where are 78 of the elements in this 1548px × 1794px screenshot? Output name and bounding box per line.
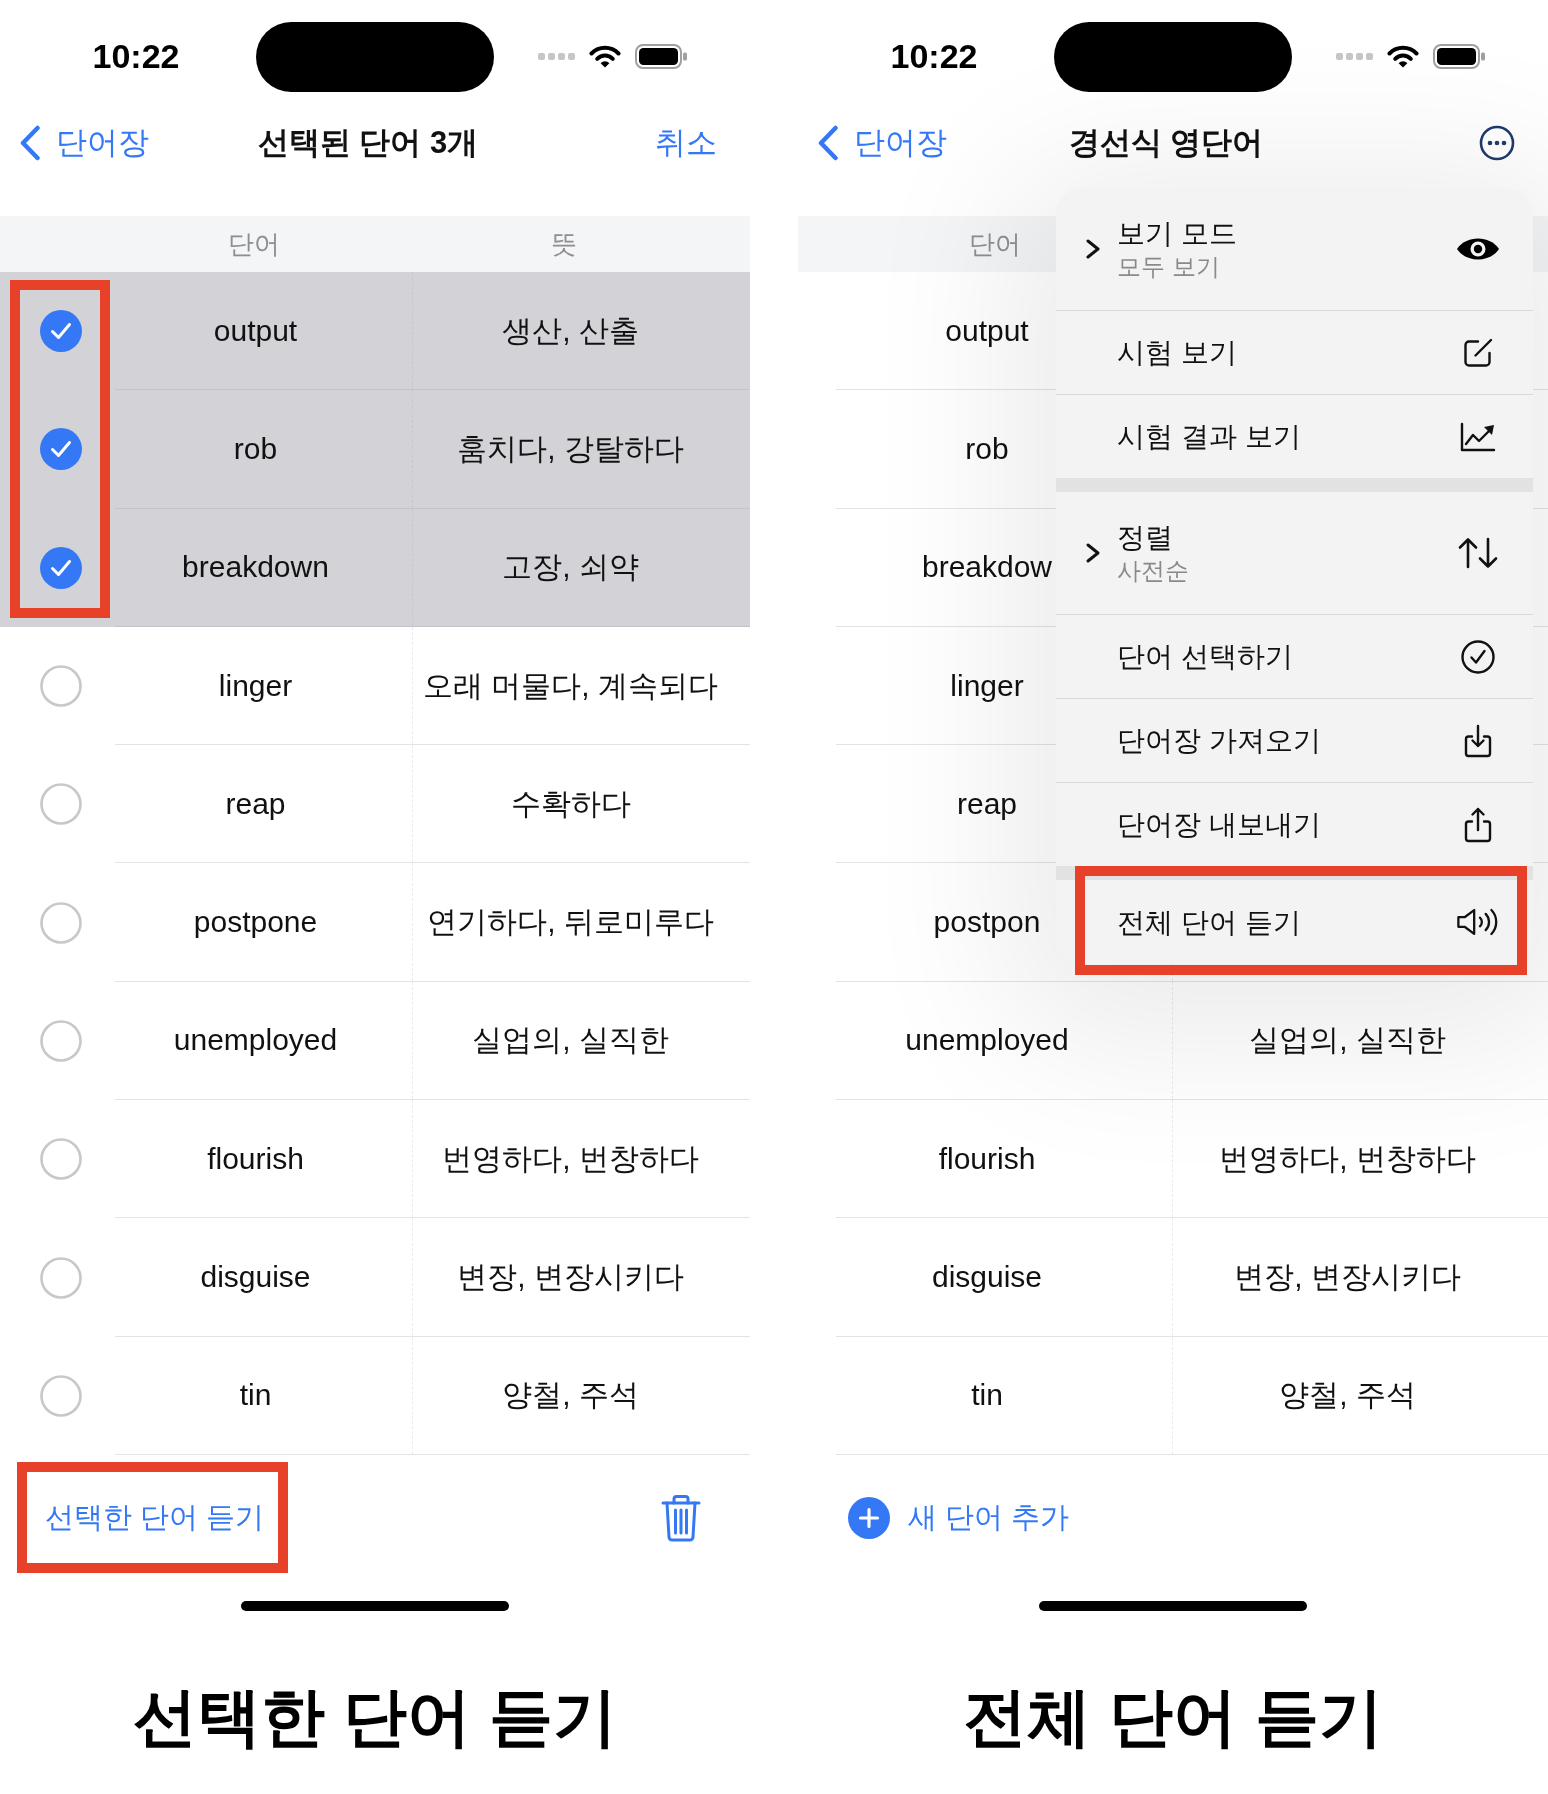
chevron-left-icon <box>19 125 41 161</box>
word-cell: breakdown <box>115 508 413 626</box>
back-button[interactable]: 단어장 <box>817 124 947 162</box>
table-row[interactable]: breakdown 고장, 쇠약 <box>0 508 750 627</box>
signal-icon <box>538 52 575 60</box>
meaning-cell-text: 연기하다, 뒤로미루다 <box>426 904 715 941</box>
column-header: 뜻 <box>550 227 577 261</box>
eye-icon <box>1456 237 1500 261</box>
word-cell: unemployed <box>836 981 1173 1100</box>
empty-circle-icon[interactable] <box>39 1138 82 1181</box>
battery-icon <box>635 43 687 69</box>
share-icon <box>1463 806 1493 843</box>
status-time: 10:22 <box>92 36 180 76</box>
word-cell: disguise <box>836 1218 1173 1336</box>
meaning-cell-text: 번영하다, 번창하다 <box>441 1140 700 1177</box>
word-cell: flourish <box>836 1100 1173 1218</box>
empty-circle-icon[interactable] <box>39 1374 82 1417</box>
nav-title: 경선식 영단어 <box>1068 124 1264 162</box>
cancel-button[interactable]: 취소 <box>655 124 717 162</box>
word-cell: tin <box>115 1336 413 1454</box>
menu-item[interactable]: 단어 선택하기 <box>1056 614 1533 698</box>
column-header: 단어 <box>968 227 1021 261</box>
table-row[interactable]: output 생산, 산출 <box>0 272 750 391</box>
meaning-cell-text: 양철, 주석 <box>1278 1377 1417 1414</box>
checked-circle-icon[interactable] <box>39 310 82 353</box>
meaning-cell-text: 생산, 산출 <box>501 312 640 349</box>
empty-circle-icon[interactable] <box>39 1019 82 1062</box>
wifi-icon <box>589 44 621 68</box>
caption-title: 선택한 단어 듣기 <box>132 1679 618 1755</box>
menu-item[interactable]: 단어장 내보내기 <box>1056 782 1533 866</box>
caption-title: 전체 단어 듣기 <box>962 1679 1384 1755</box>
add-word-button[interactable]: 새 단어 추가 <box>825 1472 1084 1564</box>
chevron-left-icon <box>817 125 839 161</box>
line-chart-icon <box>1460 421 1496 452</box>
plus-circle-icon <box>848 1496 890 1539</box>
meaning-cell-text: 오래 머물다, 계속되다 <box>422 667 719 704</box>
status-time: 10:22 <box>890 36 978 76</box>
meaning-cell-text: 훔치다, 강탈하다 <box>456 430 685 467</box>
meaning-cell-text: 변장, 변장시키다 <box>1233 1259 1462 1295</box>
battery-icon <box>1433 43 1485 69</box>
meaning-cell-text: 수확하다 <box>509 785 632 822</box>
empty-circle-icon[interactable] <box>39 901 82 944</box>
column-header: 단어 <box>228 227 280 261</box>
listen-selected-button[interactable]: 선택한 단어 듣기 <box>27 1472 279 1564</box>
meaning-cell-text: 고장, 쇠약 <box>501 549 640 586</box>
more-icon[interactable] <box>1479 125 1515 161</box>
sort-arrows-icon <box>1458 537 1498 569</box>
word-cell: disguise <box>115 1218 413 1336</box>
trash-icon[interactable] <box>661 1493 701 1542</box>
menu-item[interactable]: 단어장 가져오기 <box>1056 698 1533 782</box>
empty-circle-icon[interactable] <box>39 1256 82 1299</box>
empty-circle-icon[interactable] <box>39 783 82 826</box>
word-cell: output <box>115 272 413 390</box>
download-tray-icon <box>1463 723 1493 758</box>
checked-circle-icon[interactable] <box>39 546 82 589</box>
word-cell: linger <box>115 626 413 745</box>
meaning-cell-text: 양철, 주석 <box>501 1377 640 1414</box>
meaning-cell-text: 변장, 변장시키다 <box>456 1259 685 1295</box>
pencil-square-icon <box>1462 336 1494 369</box>
meaning-cell-text: 실업의, 실직한 <box>471 1022 670 1059</box>
signal-icon <box>1336 52 1373 60</box>
word-cell: tin <box>836 1336 1173 1454</box>
check-circle-icon <box>1461 639 1495 674</box>
wifi-icon <box>1387 44 1419 68</box>
word-cell: rob <box>115 390 413 508</box>
meaning-cell-text: 번영하다, 번창하다 <box>1218 1140 1477 1177</box>
meaning-cell-text: 실업의, 실직한 <box>1248 1022 1447 1059</box>
word-cell: postpone <box>115 863 413 981</box>
menu-item[interactable]: 시험 보기 <box>1056 310 1533 394</box>
word-cell: flourish <box>115 1100 413 1218</box>
word-cell: reap <box>115 745 413 863</box>
back-button[interactable]: 단어장 <box>19 124 149 162</box>
table-row[interactable]: rob 훔치다, 강탈하다 <box>0 390 750 509</box>
word-cell: unemployed <box>115 981 413 1100</box>
empty-circle-icon[interactable] <box>39 665 82 708</box>
checked-circle-icon[interactable] <box>39 428 82 471</box>
nav-title: 선택된 단어 3개 <box>257 124 479 162</box>
speaker-icon <box>1456 907 1500 937</box>
